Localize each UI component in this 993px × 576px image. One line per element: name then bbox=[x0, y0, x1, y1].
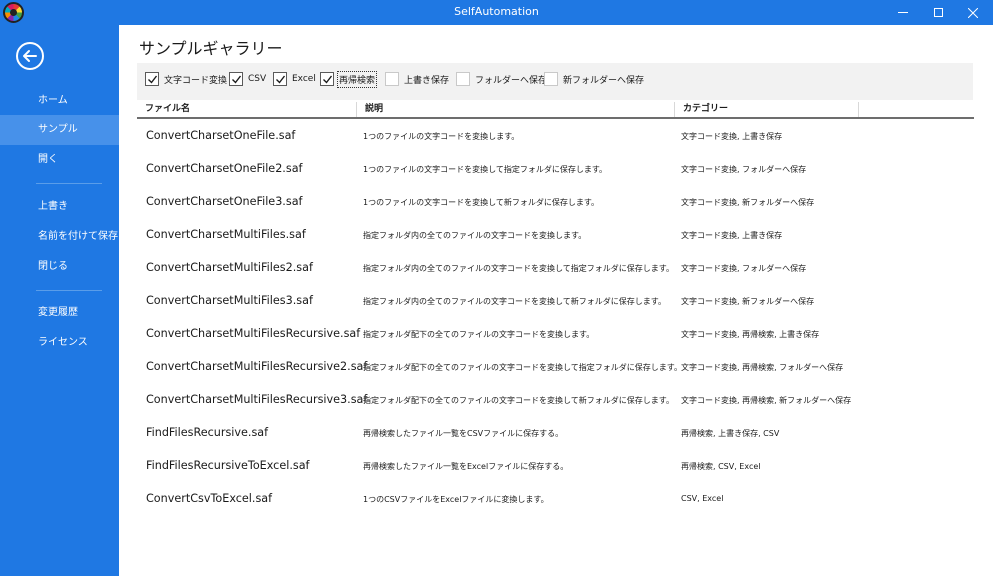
table-row[interactable]: ConvertCharsetMultiFilesRecursive2.saf 指… bbox=[137, 352, 974, 385]
cell-category: 再帰検索, CSV, Excel bbox=[681, 462, 761, 471]
window-title: SelfAutomation bbox=[454, 5, 539, 18]
filter-new-folder-save[interactable]: 新フォルダーへ保存 bbox=[544, 70, 644, 88]
cell-category: 文字コード変換, 上書き保存 bbox=[681, 132, 783, 141]
column-header-description[interactable]: 説明 bbox=[357, 102, 675, 117]
maximize-icon bbox=[933, 8, 943, 17]
table-row[interactable]: ConvertCsvToExcel.saf 1つのCSVファイルをExcelファ… bbox=[137, 484, 974, 517]
sidebar-item-license[interactable]: ライセンス bbox=[0, 328, 119, 358]
sidebar-item-open[interactable]: 開く bbox=[0, 145, 119, 175]
cell-description: 再帰検索したファイル一覧をExcelファイルに保存する。 bbox=[363, 462, 569, 471]
filter-label: CSV bbox=[248, 74, 267, 84]
checkbox-checked-icon bbox=[320, 72, 334, 86]
filter-label: フォルダーへ保存 bbox=[475, 75, 548, 86]
filter-recursive[interactable]: 再帰検索 bbox=[320, 70, 378, 88]
table-row[interactable]: ConvertCharsetMultiFiles3.saf 指定フォルダ内の全て… bbox=[137, 286, 974, 319]
cell-category: 再帰検索, 上書き保存, CSV bbox=[681, 429, 780, 438]
filter-label: 再帰検索 bbox=[336, 70, 378, 88]
cell-filename: ConvertCharsetMultiFilesRecursive2.saf bbox=[146, 360, 368, 373]
page-title: サンプルギャラリー bbox=[139, 39, 283, 58]
cell-description: 指定フォルダ内の全てのファイルの文字コードを変換して指定フォルダに保存します。 bbox=[363, 264, 674, 273]
filter-label: 新フォルダーへ保存 bbox=[563, 75, 645, 86]
sidebar-item-home[interactable]: ホーム bbox=[0, 86, 119, 116]
cell-description: 指定フォルダ配下の全てのファイルの文字コードを変換して指定フォルダに保存します。 bbox=[363, 363, 682, 372]
table-row[interactable]: ConvertCharsetMultiFiles2.saf 指定フォルダ内の全て… bbox=[137, 253, 974, 286]
close-button[interactable] bbox=[956, 0, 990, 25]
cell-description: 1つのファイルの文字コードを変換します。 bbox=[363, 132, 520, 141]
sidebar-item-save-as[interactable]: 名前を付けて保存 bbox=[0, 222, 119, 252]
checkbox-checked-icon bbox=[273, 72, 287, 86]
checkbox-checked-icon bbox=[145, 72, 159, 86]
cell-category: 文字コード変換, 新フォルダーへ保存 bbox=[681, 297, 815, 306]
filter-label: 上書き保存 bbox=[404, 75, 450, 86]
cell-filename: ConvertCharsetOneFile3.saf bbox=[146, 195, 303, 208]
checkbox-checked-icon bbox=[229, 72, 243, 86]
filter-excel[interactable]: Excel bbox=[273, 70, 316, 88]
filter-folder-save[interactable]: フォルダーへ保存 bbox=[456, 70, 547, 88]
sidebar: ホーム サンプル 開く 上書き 名前を付けて保存 閉じる 変更履歴 ライセンス bbox=[0, 25, 119, 576]
maximize-button[interactable] bbox=[921, 0, 955, 25]
cell-filename: ConvertCharsetOneFile2.saf bbox=[146, 162, 303, 175]
cell-category: 文字コード変換, 上書き保存 bbox=[681, 231, 783, 240]
cell-filename: ConvertCharsetMultiFilesRecursive.saf bbox=[146, 327, 361, 340]
cell-description: 指定フォルダ配下の全てのファイルの文字コードを変換して新フォルダに保存します。 bbox=[363, 396, 674, 405]
cell-description: 1つのファイルの文字コードを変換して指定フォルダに保存します。 bbox=[363, 165, 608, 174]
table-header: ファイル名 説明 カテゴリー bbox=[137, 102, 974, 119]
table-row[interactable]: FindFilesRecursive.saf 再帰検索したファイル一覧をCSVフ… bbox=[137, 418, 974, 451]
cell-filename: ConvertCharsetMultiFiles3.saf bbox=[146, 294, 313, 307]
cell-description: 再帰検索したファイル一覧をCSVファイルに保存する。 bbox=[363, 429, 564, 438]
cell-description: 指定フォルダ配下の全てのファイルの文字コードを変換します。 bbox=[363, 330, 595, 339]
table-row[interactable]: ConvertCharsetMultiFiles.saf 指定フォルダ内の全ての… bbox=[137, 220, 974, 253]
filter-overwrite-save[interactable]: 上書き保存 bbox=[385, 70, 449, 88]
cell-category: 文字コード変換, 再帰検索, 上書き保存 bbox=[681, 330, 820, 339]
cell-category: CSV, Excel bbox=[681, 494, 724, 503]
cell-filename: ConvertCharsetMultiFilesRecursive3.saf bbox=[146, 393, 368, 406]
sidebar-item-close[interactable]: 閉じる bbox=[0, 252, 119, 282]
cell-description: 指定フォルダ内の全てのファイルの文字コードを変換します。 bbox=[363, 231, 587, 240]
back-button[interactable] bbox=[16, 42, 44, 70]
cell-description: 指定フォルダ内の全てのファイルの文字コードを変換して新フォルダに保存します。 bbox=[363, 297, 666, 306]
minimize-icon bbox=[898, 12, 908, 13]
sidebar-item-history[interactable]: 変更履歴 bbox=[0, 298, 119, 328]
checkbox-unchecked-icon bbox=[544, 72, 558, 86]
cell-category: 文字コード変換, 新フォルダーへ保存 bbox=[681, 198, 815, 207]
column-header-category[interactable]: カテゴリー bbox=[675, 102, 859, 117]
table-row[interactable]: ConvertCharsetMultiFilesRecursive3.saf 指… bbox=[137, 385, 974, 418]
cell-filename: ConvertCsvToExcel.saf bbox=[146, 492, 273, 505]
cell-filename: ConvertCharsetMultiFiles2.saf bbox=[146, 261, 313, 274]
filter-bar: 文字コード変換 CSV Excel 再帰検索 上書き保存 フォルダーへ保存 新フ… bbox=[137, 63, 973, 100]
cell-category: 文字コード変換, フォルダーへ保存 bbox=[681, 165, 807, 174]
main-content: サンプルギャラリー 文字コード変換 CSV Excel 再帰検索 上書き保存 フ… bbox=[119, 25, 993, 576]
filter-charset[interactable]: 文字コード変換 bbox=[145, 70, 227, 88]
title-bar: SelfAutomation bbox=[0, 0, 993, 25]
table-row[interactable]: FindFilesRecursiveToExcel.saf 再帰検索したファイル… bbox=[137, 451, 974, 484]
table-row[interactable]: ConvertCharsetOneFile2.saf 1つのファイルの文字コード… bbox=[137, 154, 974, 187]
column-header-filename[interactable]: ファイル名 bbox=[137, 102, 357, 117]
cell-category: 文字コード変換, フォルダーへ保存 bbox=[681, 264, 807, 273]
cell-filename: ConvertCharsetMultiFiles.saf bbox=[146, 228, 306, 241]
sidebar-item-overwrite[interactable]: 上書き bbox=[0, 192, 119, 222]
cell-filename: FindFilesRecursiveToExcel.saf bbox=[146, 459, 310, 472]
cell-category: 文字コード変換, 再帰検索, 新フォルダーへ保存 bbox=[681, 396, 852, 405]
cell-filename: FindFilesRecursive.saf bbox=[146, 426, 269, 439]
table-row[interactable]: ConvertCharsetOneFile3.saf 1つのファイルの文字コード… bbox=[137, 187, 974, 220]
checkbox-unchecked-icon bbox=[456, 72, 470, 86]
sidebar-divider bbox=[36, 290, 102, 291]
filter-label: Excel bbox=[292, 74, 316, 84]
filter-label: 文字コード変換 bbox=[164, 75, 228, 86]
checkbox-unchecked-icon bbox=[385, 72, 399, 86]
filter-csv[interactable]: CSV bbox=[229, 70, 266, 88]
sidebar-divider bbox=[36, 183, 102, 184]
cell-description: 1つのファイルの文字コードを変換して新フォルダに保存します。 bbox=[363, 198, 600, 207]
sidebar-item-samples[interactable]: サンプル bbox=[0, 115, 119, 145]
cell-filename: ConvertCharsetOneFile.saf bbox=[146, 129, 296, 142]
arrow-left-icon bbox=[23, 50, 37, 62]
table-row[interactable]: ConvertCharsetMultiFilesRecursive.saf 指定… bbox=[137, 319, 974, 352]
close-icon bbox=[968, 7, 978, 18]
minimize-button[interactable] bbox=[886, 0, 920, 25]
cell-description: 1つのCSVファイルをExcelファイルに変換します。 bbox=[363, 495, 549, 504]
table-row[interactable]: ConvertCharsetOneFile.saf 1つのファイルの文字コードを… bbox=[137, 121, 974, 154]
cell-category: 文字コード変換, 再帰検索, フォルダーへ保存 bbox=[681, 363, 844, 372]
